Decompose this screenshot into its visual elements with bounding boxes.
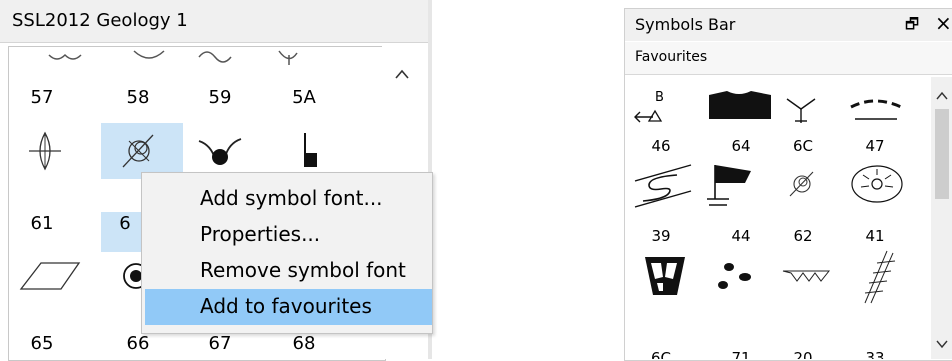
menu-item-label: Add symbol font... [200,186,383,210]
symbols-bar-panel: Symbols Bar 🗗 × Favourites B 46 64 6C 47… [624,8,952,361]
symbol-code[interactable]: 65 [9,333,75,354]
symbol-code[interactable]: 66 [105,333,171,354]
dots-symbol-icon[interactable] [715,261,759,291]
y-junction-symbol-icon[interactable] [783,91,819,125]
menu-item-add-to-favourites[interactable]: Add to favourites [145,289,432,325]
ladder-symbol-icon[interactable] [857,249,897,305]
symbol-code[interactable]: 62 [773,227,833,245]
symbol-code[interactable]: 57 [9,87,75,108]
symbol-code[interactable]: 39 [631,227,691,245]
circle-cross-symbol-icon[interactable] [119,131,159,171]
context-menu: Add symbol font... Properties... Remove … [141,172,433,334]
symbol-code[interactable]: 64 [711,137,771,155]
flag-symbol-icon[interactable] [705,161,757,209]
symbol-code[interactable]: 44 [711,227,771,245]
menu-item-label: Add to favourites [200,294,372,318]
symbol-code[interactable]: 41 [845,227,905,245]
symbol-code[interactable]: 71 [711,349,771,359]
scroll-up-icon[interactable] [936,91,948,101]
symbol-code[interactable]: 61 [9,213,75,234]
scroll-down-icon[interactable] [936,339,948,349]
scrollbar-thumb[interactable] [935,109,949,199]
fan-blocks-symbol-icon[interactable] [643,253,687,299]
b-label: B [655,90,664,105]
left-panel-title: SSL2012 Geology 1 [12,10,188,31]
small-circle-cross-symbol-icon[interactable] [787,169,817,199]
favourites-tab[interactable]: Favourites [625,42,952,75]
symbol-code[interactable]: 47 [845,137,905,155]
arrow-triangle-b-symbol-icon[interactable]: B [633,87,677,127]
lens-symbol-icon[interactable] [27,131,63,171]
left-panel-title-bar: SSL2012 Geology 1 [0,0,428,43]
symbols-bar-title: Symbols Bar [635,15,736,34]
close-icon[interactable]: × [935,11,952,35]
zigzag-symbol-icon[interactable] [781,265,831,285]
s-curve-symbol-icon[interactable] [633,161,693,211]
menu-item-label: Properties... [200,222,321,246]
symbol-code[interactable]: 46 [631,137,691,155]
scroll-up-icon[interactable] [394,68,410,80]
sun-oval-symbol-icon[interactable] [849,161,905,207]
symbol-code[interactable]: 5A [271,87,337,108]
symbol-code[interactable]: 6 [105,213,145,234]
arcs-dot-symbol-icon[interactable] [195,131,245,171]
parallelogram-symbol-icon[interactable] [19,261,83,291]
favourites-tab-label: Favourites [635,49,708,65]
symbol-code[interactable]: 20 [773,349,833,359]
dashed-arc-symbol-icon[interactable] [847,93,905,125]
menu-item-properties[interactable]: Properties... [142,217,432,253]
partial-top-symbols [48,50,298,65]
symbol-code[interactable]: 6C [631,349,691,359]
symbol-code[interactable]: 68 [271,333,337,354]
symbol-code[interactable]: 67 [187,333,253,354]
menu-item-add-symbol-font[interactable]: Add symbol font... [142,181,432,217]
favourites-symbol-grid[interactable]: B 46 64 6C 47 39 44 62 41 6C 71 20 33 [631,77,931,359]
black-block-symbol-icon[interactable] [707,85,773,121]
symbols-bar-title-bar: Symbols Bar 🗗 × [625,9,952,41]
symbol-code[interactable]: 6C [773,137,833,155]
symbol-code[interactable]: 59 [187,87,253,108]
restore-window-icon[interactable]: 🗗 [905,14,919,39]
menu-item-remove-symbol-font[interactable]: Remove symbol font [142,253,432,289]
symbol-code[interactable]: 58 [105,87,171,108]
symbol-code[interactable]: 33 [845,349,905,359]
menu-item-label: Remove symbol font [200,258,406,282]
bar-block-symbol-icon[interactable] [299,131,329,171]
